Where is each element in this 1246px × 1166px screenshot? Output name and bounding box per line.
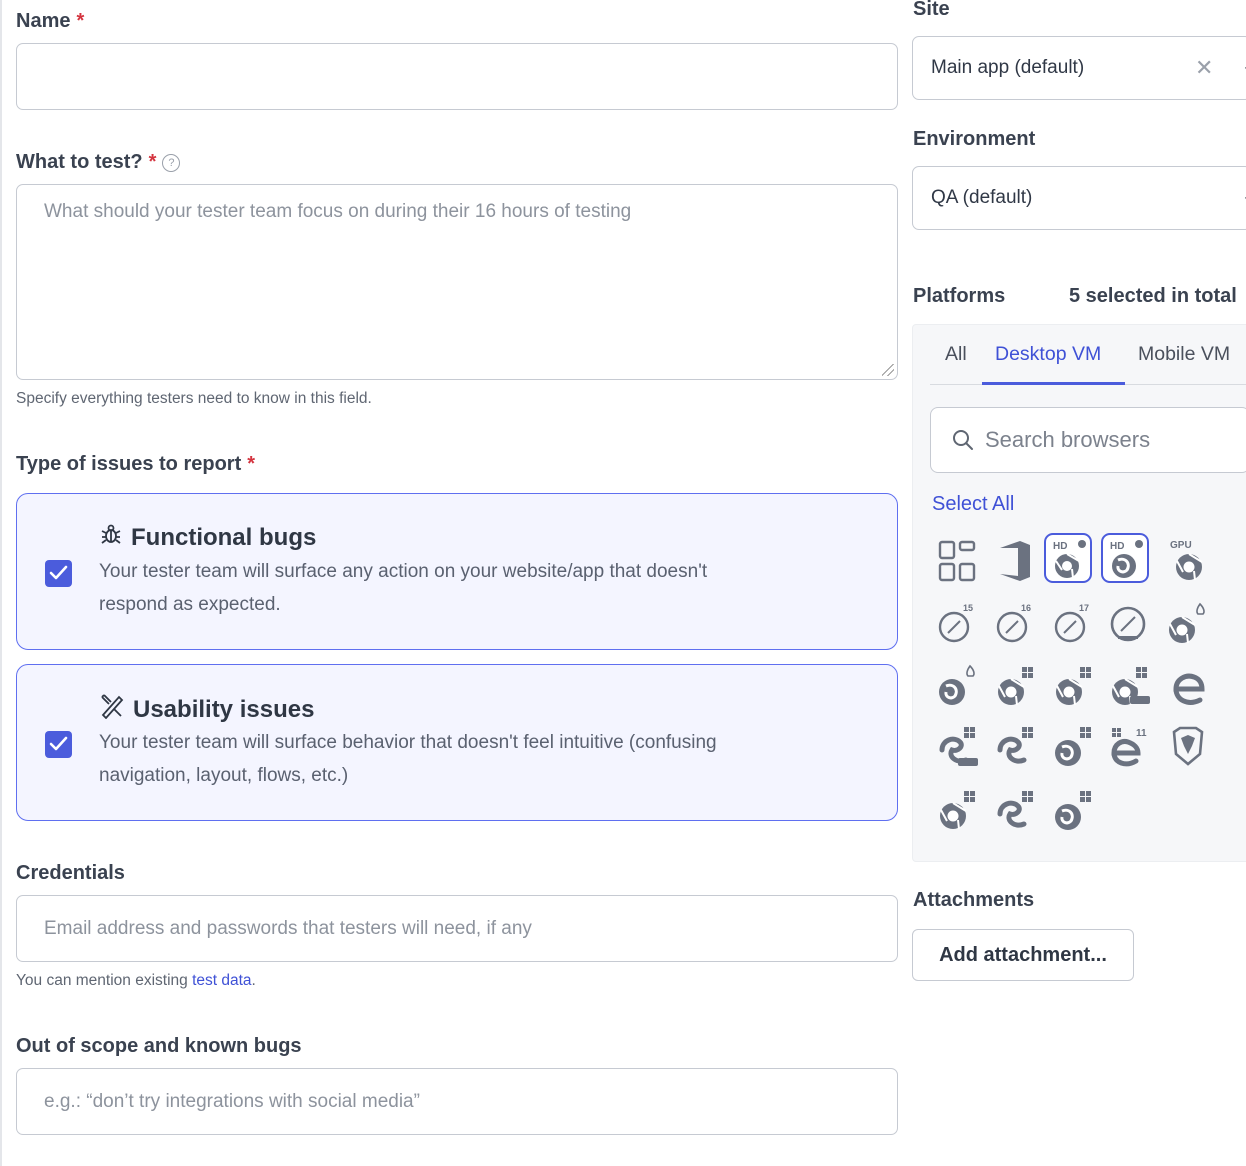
chrome-windows-icon[interactable] xyxy=(934,786,982,836)
firefox-hd-mac-icon[interactable]: HD xyxy=(1101,533,1149,583)
out-of-scope-label: Out of scope and known bugs xyxy=(16,1035,302,1057)
tab-desktop-vm[interactable]: Desktop VM xyxy=(995,343,1101,366)
attachments-label: Attachments xyxy=(913,889,1035,911)
credentials-input[interactable]: Email address and passwords that testers… xyxy=(16,895,898,962)
usability-issues-option[interactable]: Usability issues Your tester team will s… xyxy=(16,664,898,821)
what-to-test-placeholder: What should your tester team focus on du… xyxy=(44,201,632,222)
chrome-windows-icon[interactable] xyxy=(1050,662,1098,712)
credentials-hint-text: You can mention existing xyxy=(16,972,188,989)
required-mark: * xyxy=(148,151,157,173)
credentials-hint-suffix: . xyxy=(251,972,256,989)
test-data-link[interactable]: test data xyxy=(192,972,251,989)
functional-bugs-desc-line2: respond as expected. xyxy=(99,594,281,615)
chevron-down-icon[interactable]: ⌄ xyxy=(1242,186,1246,206)
name-label: Name * xyxy=(16,10,85,32)
site-label: Site xyxy=(913,0,950,20)
version-badge-text: 17 xyxy=(1079,603,1089,613)
what-to-test-hint: Specify everything testers need to know … xyxy=(16,390,372,407)
tab-all[interactable]: All xyxy=(945,343,967,366)
chrome-gpu-icon[interactable]: GPU xyxy=(1164,536,1212,586)
what-to-test-label: What to test? *? xyxy=(16,151,181,174)
ie-11-icon[interactable]: 11 xyxy=(1106,722,1154,772)
functional-bugs-desc-line1: Your tester team will surface any action… xyxy=(99,561,708,582)
left-border xyxy=(0,0,2,1166)
platforms-selected-count: 5 selected in total xyxy=(1069,285,1237,307)
out-of-scope-input[interactable]: e.g.: “don’t try integrations with socia… xyxy=(16,1068,898,1135)
edge-icon[interactable] xyxy=(1164,662,1212,712)
add-attachment-button[interactable]: Add attachment... xyxy=(912,929,1134,981)
edge-windows-icon[interactable] xyxy=(992,786,1040,836)
platforms-label: Platforms xyxy=(913,285,1006,307)
platforms-panel xyxy=(912,324,1246,862)
credentials-hint: You can mention existing test data. xyxy=(16,972,256,990)
brave-icon[interactable] xyxy=(1164,722,1212,772)
active-tab-indicator xyxy=(982,382,1125,385)
chrome-linux-icon[interactable] xyxy=(1164,600,1212,650)
credentials-label: Credentials xyxy=(16,862,125,884)
safari-15-icon[interactable]: 15 xyxy=(934,600,982,650)
issues-label: Type of issues to report * xyxy=(16,453,256,475)
usability-issues-desc-line2: navigation, layout, flows, etc.) xyxy=(99,765,349,786)
clear-icon[interactable]: ✕ xyxy=(1195,55,1213,81)
what-to-test-textarea[interactable]: What should your tester team focus on du… xyxy=(16,184,898,380)
functional-bugs-checkbox[interactable] xyxy=(45,560,72,587)
chrome-windows-icon[interactable] xyxy=(992,662,1040,712)
firefox-windows-icon[interactable] xyxy=(1050,722,1098,772)
gpu-badge-text: GPU xyxy=(1170,540,1192,551)
browser-search-input[interactable]: Search browsers xyxy=(930,407,1246,473)
site-select[interactable]: Main app (default) ✕ ⌄ xyxy=(912,36,1246,100)
version-badge-text: 15 xyxy=(963,603,973,613)
bug-icon xyxy=(99,522,123,553)
functional-bugs-description: Your tester team will surface any action… xyxy=(99,555,859,621)
search-icon xyxy=(953,430,973,450)
environment-select[interactable]: QA (default) ⌄ xyxy=(912,166,1246,230)
usability-issues-title-text: Usability issues xyxy=(133,695,315,723)
edge-beta-windows-icon[interactable] xyxy=(934,722,982,772)
windows-app-icon[interactable] xyxy=(934,536,982,586)
safari-17-icon[interactable]: 17 xyxy=(1050,600,1098,650)
required-mark: * xyxy=(247,453,256,475)
usability-issues-title: Usability issues xyxy=(99,693,314,726)
version-badge-text: 11 xyxy=(1136,728,1147,739)
site-value: Main app (default) xyxy=(931,57,1085,78)
select-all-link[interactable]: Select All xyxy=(932,493,1014,516)
tab-mobile-vm[interactable]: Mobile VM xyxy=(1138,343,1230,366)
resize-handle[interactable] xyxy=(882,364,894,376)
functional-bugs-title-text: Functional bugs xyxy=(131,523,317,551)
safari-16-icon[interactable]: 16 xyxy=(992,600,1040,650)
credentials-placeholder: Email address and passwords that testers… xyxy=(44,917,532,939)
edge-windows-icon[interactable] xyxy=(992,722,1040,772)
version-badge-text: 16 xyxy=(1021,603,1031,613)
help-icon[interactable]: ? xyxy=(162,154,181,172)
safari-preview-icon[interactable] xyxy=(1106,600,1154,650)
environment-label: Environment xyxy=(913,128,1036,150)
chevron-down-icon[interactable]: ⌄ xyxy=(1242,56,1246,76)
required-mark: * xyxy=(76,10,85,32)
office-icon[interactable] xyxy=(992,536,1040,586)
firefox-linux-icon[interactable] xyxy=(934,662,982,712)
chrome-beta-windows-icon[interactable] xyxy=(1106,662,1154,712)
out-of-scope-placeholder: e.g.: “don’t try integrations with socia… xyxy=(44,1090,420,1112)
browser-search-placeholder: Search browsers xyxy=(985,427,1151,452)
chrome-hd-mac-icon[interactable]: HD xyxy=(1044,533,1092,583)
hd-badge-text: HD xyxy=(1110,541,1124,552)
usability-issues-description: Your tester team will surface behavior t… xyxy=(99,726,859,792)
hd-badge-text: HD xyxy=(1053,541,1067,552)
name-input[interactable] xyxy=(16,43,898,110)
environment-value: QA (default) xyxy=(931,187,1033,208)
usability-issues-desc-line1: Your tester team will surface behavior t… xyxy=(99,732,717,753)
design-tools-icon xyxy=(99,693,125,726)
usability-issues-checkbox[interactable] xyxy=(45,731,72,758)
functional-bugs-title: Functional bugs xyxy=(99,522,316,553)
functional-bugs-option[interactable]: Functional bugs Your tester team will su… xyxy=(16,493,898,650)
firefox-windows-icon[interactable] xyxy=(1050,786,1098,836)
